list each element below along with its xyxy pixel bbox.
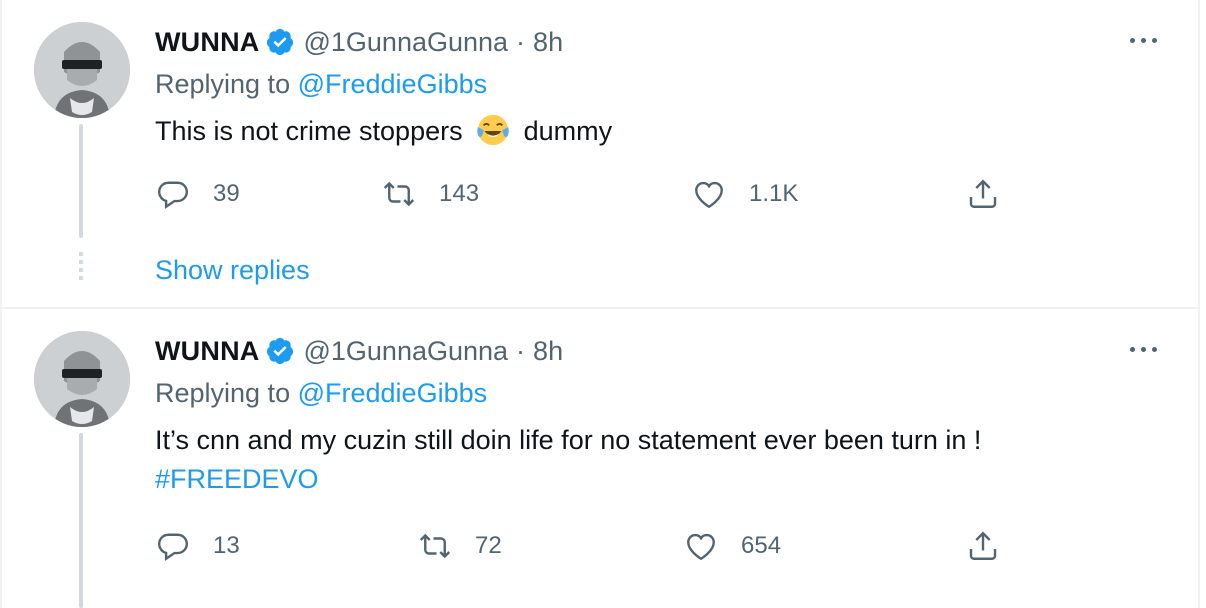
dot-separator: ·	[516, 335, 526, 366]
tweet-text-part: This is not crime stoppers	[155, 116, 463, 146]
share-button[interactable]	[965, 526, 1001, 566]
tweet-text: It’s cnn and my cuzin still doin life fo…	[155, 421, 981, 499]
user-handle[interactable]: @1GunnaGunna	[303, 336, 508, 367]
tears-of-joy-emoji-icon	[477, 114, 509, 146]
replying-prefix: Replying to	[155, 378, 291, 408]
share-icon	[969, 179, 997, 208]
tweet-header: WUNNA @1GunnaGunna · 8h	[155, 334, 563, 368]
timestamp[interactable]: 8h	[533, 336, 563, 367]
replying-to: Replying to @FreddieGibbs	[155, 378, 487, 409]
verified-badge-icon	[267, 28, 294, 56]
avatar[interactable]	[34, 22, 130, 118]
retweet-button[interactable]: 143	[381, 174, 479, 214]
reply-button[interactable]: 39	[155, 174, 240, 214]
mention-link[interactable]: @FreddieGibbs	[298, 378, 488, 408]
share-button[interactable]	[965, 174, 1001, 214]
more-options-icon[interactable]	[1130, 339, 1164, 355]
show-replies-link[interactable]: Show replies	[155, 255, 310, 286]
dot-separator: ·	[516, 26, 526, 57]
reply-count: 13	[213, 532, 240, 559]
tweet-header: WUNNA @1GunnaGunna · 8h	[155, 25, 563, 59]
retweet-count: 72	[475, 532, 502, 559]
tweet[interactable]: WUNNA @1GunnaGunna · 8h Replying to @Fre…	[0, 309, 1198, 608]
like-count: 1.1K	[749, 180, 799, 207]
thread-dotted-connector	[79, 252, 83, 292]
timestamp[interactable]: 8h	[533, 27, 563, 58]
verified-badge-icon	[267, 337, 294, 365]
avatar-image	[34, 22, 130, 118]
tweet-text-part: dummy	[523, 116, 613, 146]
tweet-text-line: It’s cnn and my cuzin still doin life fo…	[155, 425, 982, 455]
tweet-text: This is not crime stoppers dummy	[155, 112, 612, 151]
like-button[interactable]: 654	[683, 526, 781, 566]
retweet-button[interactable]: 72	[417, 526, 502, 566]
like-count: 654	[741, 532, 782, 559]
avatar[interactable]	[34, 331, 130, 427]
hashtag-link[interactable]: #FREEDEVO	[155, 460, 981, 499]
user-handle[interactable]: @1GunnaGunna	[303, 27, 508, 58]
tweet-actions: 39 143 1.1K	[155, 174, 1015, 214]
heart-icon	[695, 181, 723, 209]
thread-connector-line	[79, 124, 83, 238]
reply-icon	[157, 181, 189, 210]
reply-button[interactable]: 13	[155, 526, 240, 566]
replying-prefix: Replying to	[155, 69, 291, 99]
thread-connector-line	[79, 433, 83, 608]
tweet-actions: 13 72 654	[155, 526, 1015, 566]
more-options-icon[interactable]	[1130, 30, 1164, 46]
replying-to: Replying to @FreddieGibbs	[155, 69, 487, 100]
share-icon	[969, 531, 997, 560]
display-name[interactable]: WUNNA	[155, 27, 259, 58]
like-button[interactable]: 1.1K	[691, 174, 798, 214]
retweet-icon	[419, 533, 451, 559]
reply-count: 39	[213, 180, 240, 207]
reply-icon	[157, 533, 189, 562]
avatar-image	[34, 331, 130, 427]
retweet-icon	[383, 181, 415, 207]
timeline-right-border	[1198, 0, 1200, 608]
retweet-count: 143	[439, 180, 480, 207]
tweet[interactable]: WUNNA @1GunnaGunna · 8h Replying to @Fre…	[0, 0, 1198, 307]
display-name[interactable]: WUNNA	[155, 336, 259, 367]
heart-icon	[687, 533, 715, 561]
mention-link[interactable]: @FreddieGibbs	[298, 69, 488, 99]
